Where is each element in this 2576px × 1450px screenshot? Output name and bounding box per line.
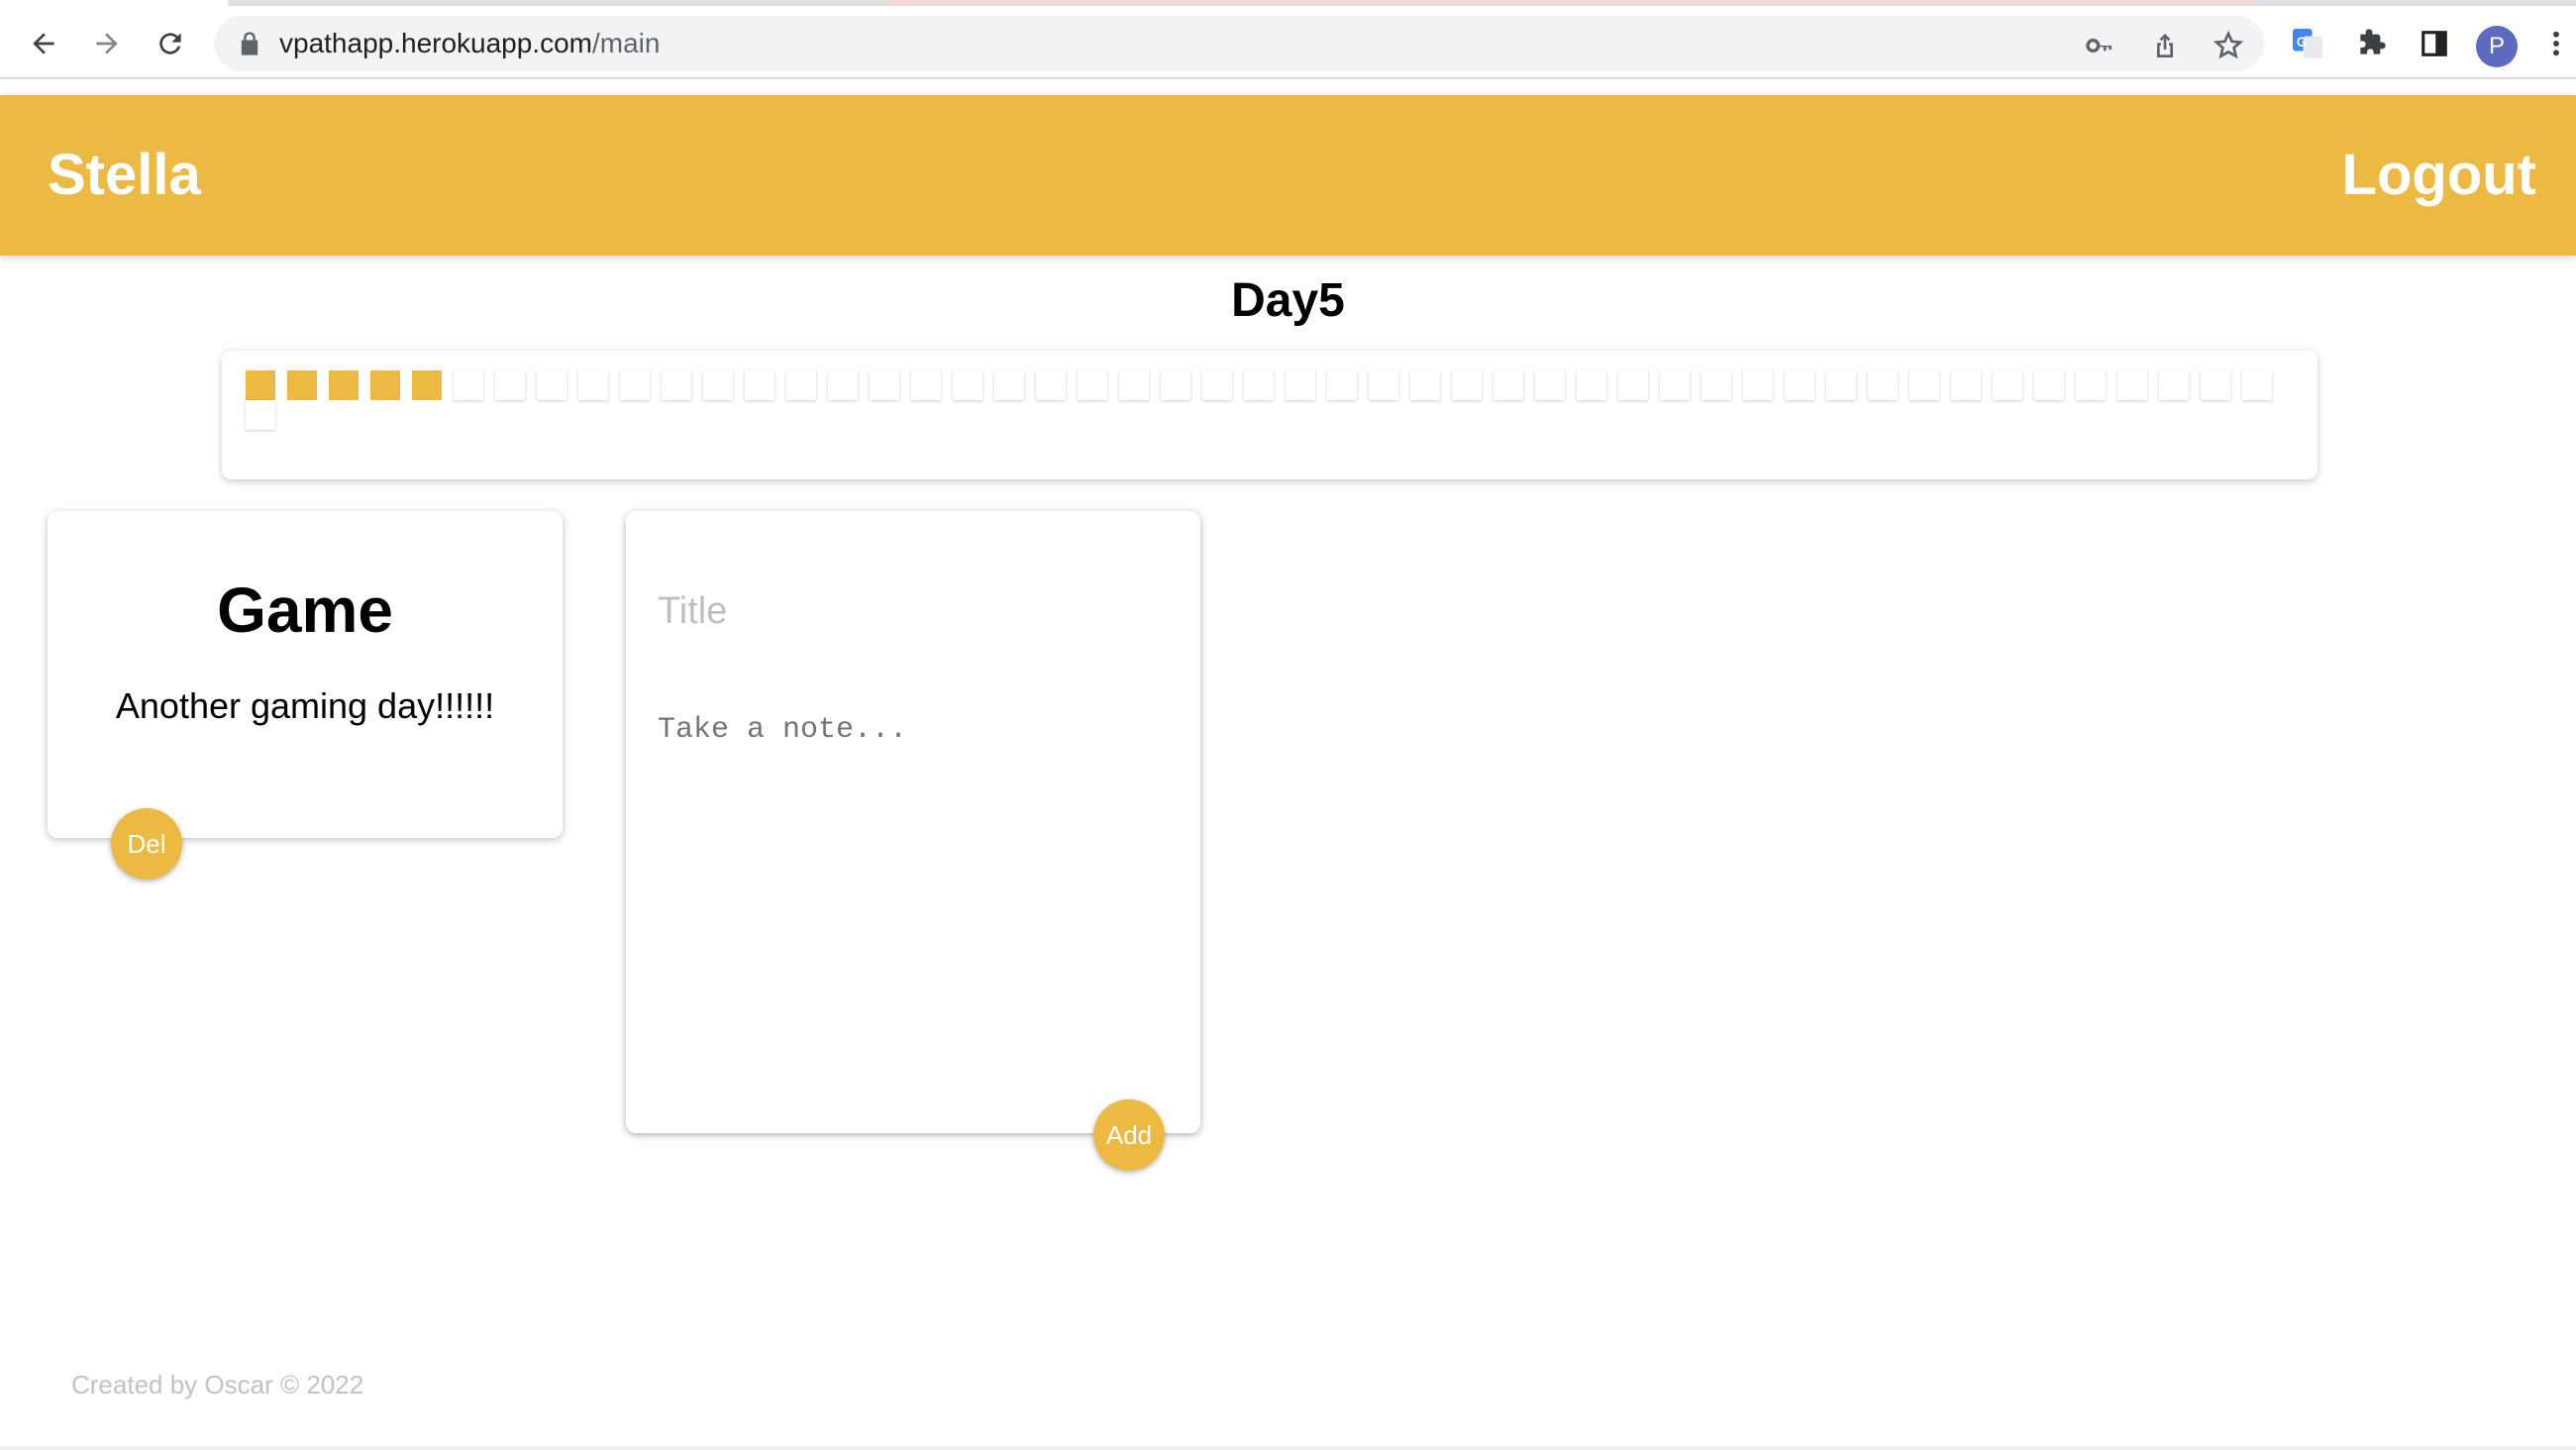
day-cell-pending: [745, 370, 774, 400]
arrow-left-icon[interactable]: [24, 24, 63, 63]
note-content-textarea[interactable]: [656, 711, 1175, 1072]
day-cell-pending: [1868, 370, 1898, 400]
day-cell-pending: [828, 370, 858, 400]
day-progress-panel: [222, 351, 2318, 479]
add-note-button[interactable]: Add: [1093, 1099, 1165, 1171]
browser-toolbar: vpathapp.herokuapp.com/main G P: [0, 6, 2576, 79]
url-text[interactable]: vpathapp.herokuapp.com/main: [279, 28, 660, 59]
day-cell-pending: [537, 370, 567, 400]
address-bar[interactable]: vpathapp.herokuapp.com/main: [214, 16, 2264, 71]
day-cell-pending: [1327, 370, 1357, 400]
day-cell-pending: [2076, 370, 2106, 400]
day-cell-pending: [953, 370, 982, 400]
day-cell-pending: [1161, 370, 1190, 400]
note-title: Game: [217, 574, 393, 646]
day-cell-pending: [578, 370, 608, 400]
puzzle-icon[interactable]: [2351, 24, 2391, 63]
day-cell-pending: [2242, 370, 2272, 400]
side-panel-icon[interactable]: [2415, 24, 2454, 63]
url-host: vpathapp.herokuapp.com: [279, 28, 592, 58]
day-cell-pending: [1993, 370, 2022, 400]
kebab-menu-icon[interactable]: [2541, 24, 2571, 63]
delete-note-button[interactable]: Del: [111, 808, 182, 880]
day-cell-pending: [1286, 370, 1315, 400]
day-cell-pending: [1369, 370, 1398, 400]
day-cell-pending: [495, 370, 525, 400]
day-cell-pending: [246, 400, 275, 430]
day-cell-pending: [1078, 370, 1107, 400]
day-cell-pending: [1951, 370, 1981, 400]
day-cell-pending: [870, 370, 899, 400]
day-cell-pending: [2117, 370, 2147, 400]
day-cell-pending: [1452, 370, 1482, 400]
key-icon[interactable]: [2084, 30, 2115, 61]
day-cell-pending: [911, 370, 941, 400]
day-cell-pending: [620, 370, 650, 400]
day-cell-pending: [1701, 370, 1731, 400]
day-cell-pending: [1743, 370, 1773, 400]
profile-avatar[interactable]: P: [2476, 26, 2518, 67]
day-cell-pending: [2034, 370, 2064, 400]
footer-credit: Created by Oscar © 2022: [71, 1370, 364, 1399]
day-cell-pending: [662, 370, 691, 400]
create-note-form: Add: [626, 511, 1200, 1171]
share-icon[interactable]: [2149, 30, 2181, 61]
day-cell-pending: [1535, 370, 1565, 400]
logout-link[interactable]: Logout: [2342, 143, 2536, 208]
day-cell-completed: [329, 370, 359, 400]
day-cell-pending: [1577, 370, 1606, 400]
svg-text:G: G: [2297, 35, 2308, 50]
day-cell-pending: [1202, 370, 1232, 400]
day-title: Day5: [1231, 274, 1345, 327]
url-path: /main: [592, 28, 661, 58]
profile-initial: P: [2488, 33, 2505, 59]
star-icon[interactable]: [2213, 30, 2244, 61]
day-cell-pending: [1494, 370, 1523, 400]
day-cell-completed: [246, 370, 275, 400]
day-cell-pending: [2159, 370, 2189, 400]
translate-icon[interactable]: G: [2288, 24, 2327, 63]
day-cell-pending: [1410, 370, 1440, 400]
day-cell-pending: [1618, 370, 1648, 400]
arrow-right-icon[interactable]: [87, 24, 127, 63]
day-progress-grid: [246, 370, 2306, 430]
day-cell-pending: [786, 370, 816, 400]
day-cell-pending: [703, 370, 733, 400]
day-cell-pending: [1244, 370, 1274, 400]
day-cell-pending: [1785, 370, 1814, 400]
day-cell-pending: [1036, 370, 1066, 400]
day-cell-completed: [370, 370, 400, 400]
day-cell-pending: [1119, 370, 1149, 400]
day-cell-pending: [1826, 370, 1856, 400]
day-cell-pending: [1909, 370, 1939, 400]
day-cell-pending: [1660, 370, 1690, 400]
reload-icon[interactable]: [151, 24, 190, 63]
day-cell-completed: [287, 370, 317, 400]
day-cell-pending: [2201, 370, 2230, 400]
note-card: Game Another gaming day!!!!!! Del: [48, 511, 563, 880]
lock-icon[interactable]: [236, 30, 263, 57]
page-bottom-divider: [0, 1446, 2576, 1450]
note-content: Another gaming day!!!!!!: [115, 685, 495, 726]
note-title-input[interactable]: [656, 584, 1175, 638]
day-cell-pending: [994, 370, 1024, 400]
day-cell-completed: [412, 370, 442, 400]
day-cell-pending: [454, 370, 483, 400]
app-header: Stella Logout: [0, 95, 2576, 256]
brand-title[interactable]: Stella: [48, 143, 201, 208]
